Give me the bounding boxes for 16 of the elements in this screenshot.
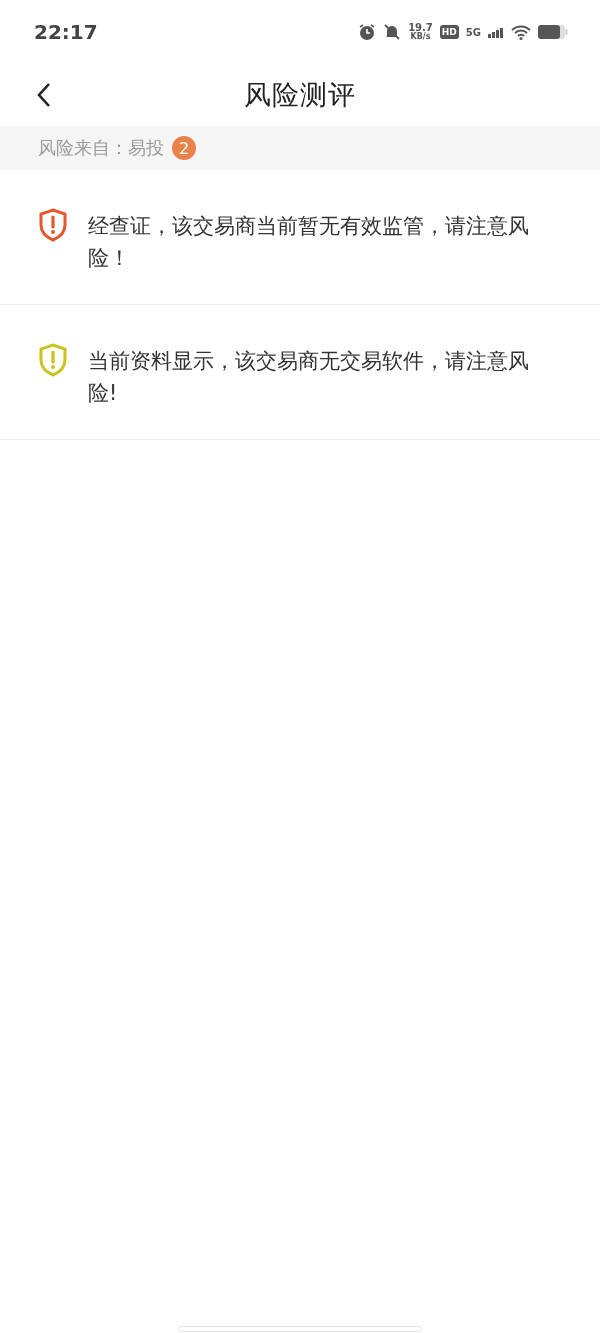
network-speed: 19.7 [408, 23, 433, 33]
battery-icon [538, 25, 568, 39]
wifi-icon [511, 24, 531, 40]
alarm-icon [358, 23, 377, 41]
risk-message: 经查证，该交易商当前暂无有效监管，请注意风险！ [88, 213, 530, 272]
hd-badge: HD [439, 25, 459, 39]
chevron-left-icon[interactable] [36, 82, 52, 108]
speed-unit: KB/s [410, 33, 431, 41]
muted-bell-icon [383, 23, 402, 41]
count-badge: 2 [172, 136, 196, 160]
risk-source: 风险来自：易投 [38, 136, 164, 160]
risk-message: 当前资料显示，该交易商无交易软件，请注意风险! [88, 348, 530, 407]
clock-time: 22:17 [34, 20, 98, 44]
signal-icon [488, 26, 504, 38]
network-type: 5G [465, 26, 481, 38]
page-title: 风险测评 [244, 78, 356, 112]
